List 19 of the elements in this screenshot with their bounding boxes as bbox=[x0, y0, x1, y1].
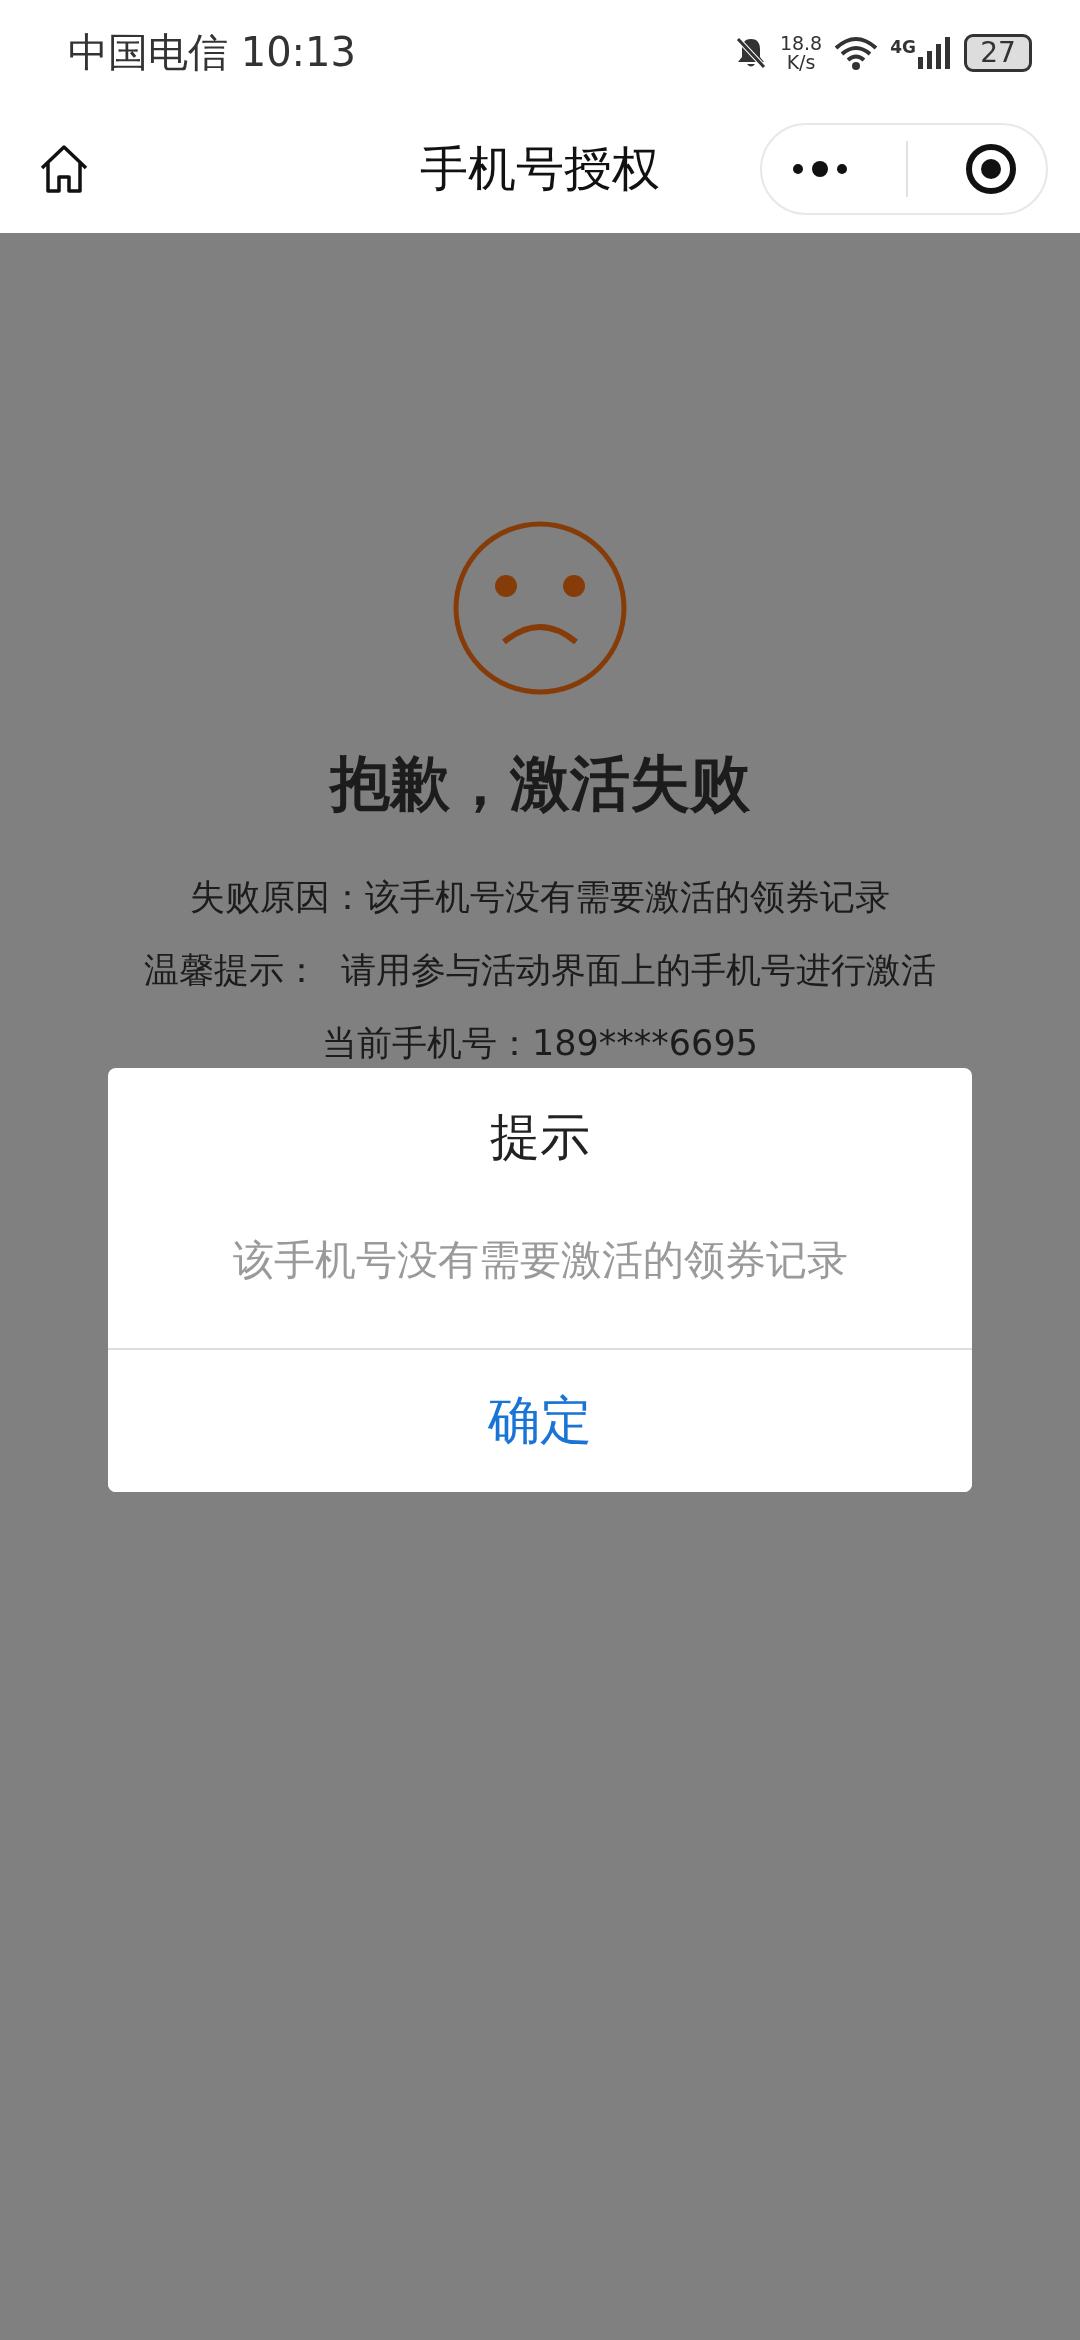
more-icon[interactable] bbox=[790, 159, 850, 179]
signal-icon bbox=[918, 36, 952, 69]
confirm-button[interactable]: 确定 bbox=[108, 1348, 972, 1492]
page-title: 手机号授权 bbox=[420, 139, 660, 198]
dialog-title: 提示 bbox=[490, 1107, 590, 1168]
info-text: 温馨提示： 请用参与活动界面上的手机号进行激活 bbox=[143, 949, 937, 992]
info-text: 当前手机号：189****6695 bbox=[322, 1022, 758, 1065]
speed-value: 18.8 bbox=[779, 33, 823, 53]
home-icon[interactable] bbox=[38, 144, 90, 194]
wifi-icon bbox=[834, 35, 879, 70]
carrier-time: 中国电信 10:13 bbox=[68, 28, 356, 77]
speed-unit: K/s bbox=[786, 52, 816, 72]
dialog-message: 该手机号没有需要激活的领券记录 bbox=[232, 1235, 848, 1286]
info-text: 失败原因：该手机号没有需要激活的领券记录 bbox=[190, 876, 890, 919]
result-title: 抱歉，激活失败 bbox=[330, 747, 750, 820]
battery-indicator: 27 bbox=[964, 33, 1032, 72]
sad-face-icon bbox=[452, 520, 628, 696]
network-type: 4G bbox=[890, 36, 916, 57]
close-icon[interactable] bbox=[964, 142, 1018, 196]
